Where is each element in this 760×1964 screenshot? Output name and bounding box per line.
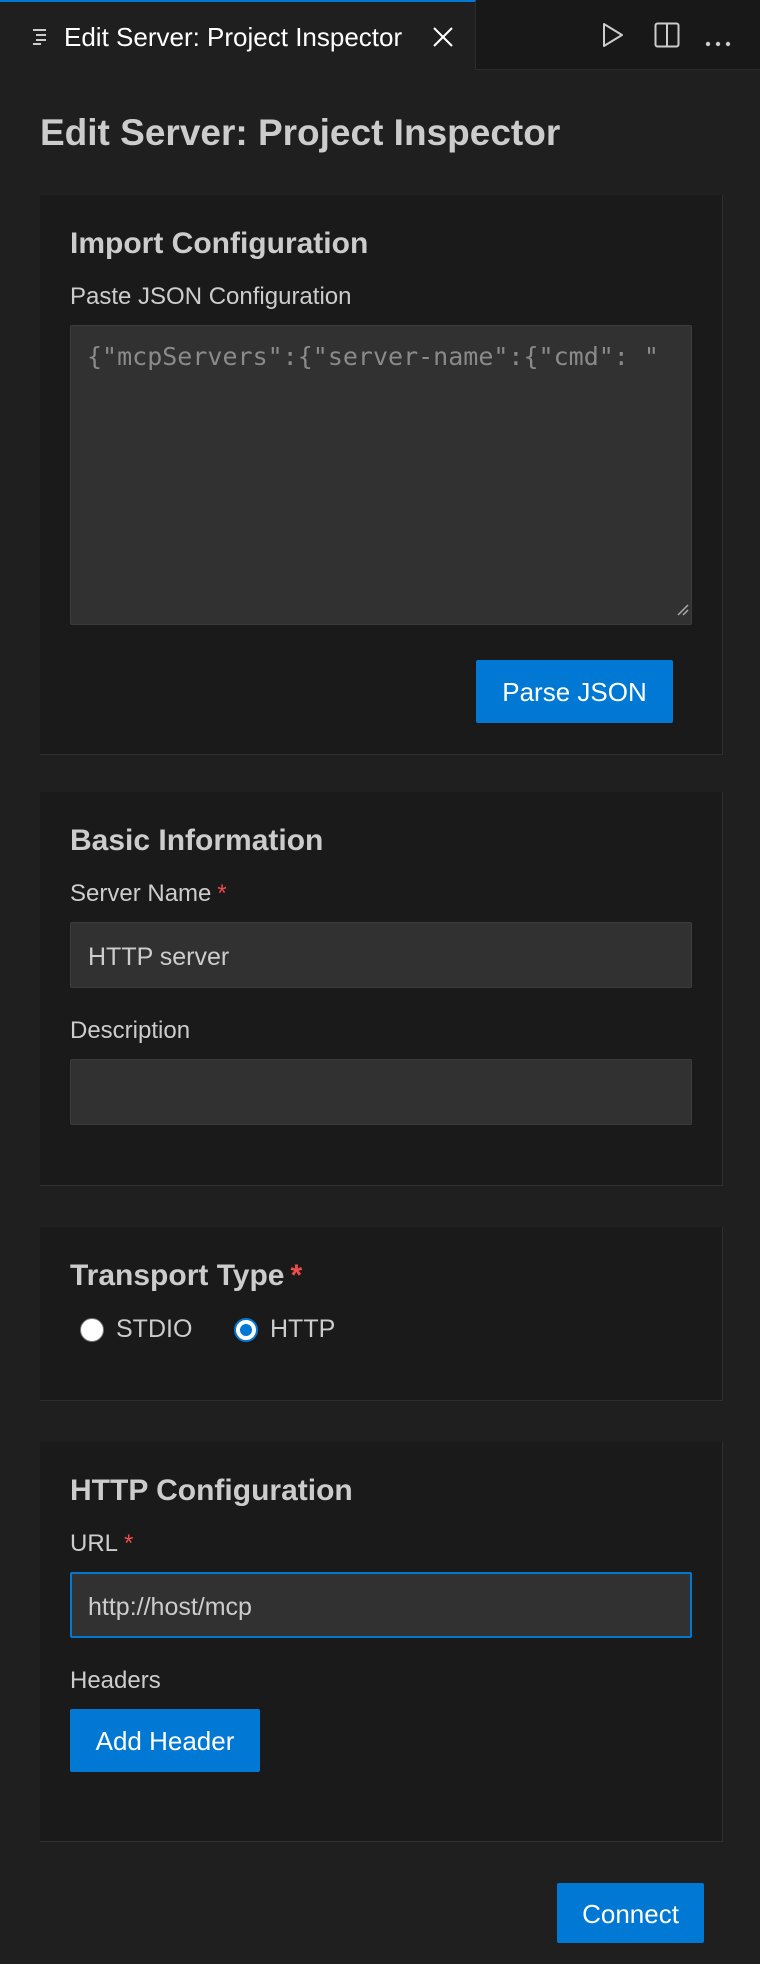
radio-label: HTTP bbox=[270, 1315, 336, 1343]
server-name-label: Server Name * bbox=[70, 880, 227, 907]
section-title: Import Configuration bbox=[70, 227, 369, 260]
add-header-button[interactable]: Add Header bbox=[70, 1709, 260, 1772]
resize-handle-icon[interactable] bbox=[675, 593, 689, 622]
transport-type-section: Transport Type * STDIO HTTP bbox=[40, 1227, 723, 1401]
editor-tab-bar: Edit Server: Project Inspector bbox=[0, 0, 760, 70]
editor-tab[interactable]: Edit Server: Project Inspector bbox=[0, 0, 476, 70]
json-placeholder: {"mcpServers":{"server-name":{"cmd": " bbox=[87, 342, 659, 371]
section-title: HTTP Configuration bbox=[70, 1474, 353, 1507]
tab-title: Edit Server: Project Inspector bbox=[64, 22, 403, 52]
preview-file-icon bbox=[33, 28, 49, 51]
section-title: Transport Type * bbox=[70, 1259, 303, 1292]
required-marker: * bbox=[217, 880, 227, 907]
radio-label: STDIO bbox=[116, 1315, 193, 1343]
import-configuration-section: Import Configuration Paste JSON Configur… bbox=[40, 195, 723, 755]
json-config-textarea[interactable]: {"mcpServers":{"server-name":{"cmd": " bbox=[70, 325, 692, 625]
description-input[interactable] bbox=[70, 1059, 692, 1125]
json-config-label: Paste JSON Configuration bbox=[70, 283, 352, 310]
required-marker: * bbox=[124, 1530, 134, 1557]
run-icon[interactable] bbox=[601, 22, 625, 53]
server-name-input[interactable]: HTTP server bbox=[70, 922, 692, 988]
required-marker: * bbox=[290, 1259, 303, 1292]
radio-button[interactable] bbox=[80, 1318, 104, 1342]
url-input[interactable]: http://host/mcp bbox=[70, 1572, 692, 1638]
page-title: Edit Server: Project Inspector bbox=[40, 112, 561, 153]
url-label: URL * bbox=[70, 1530, 134, 1557]
parse-json-button[interactable]: Parse JSON bbox=[476, 660, 673, 723]
section-title: Basic Information bbox=[70, 824, 324, 857]
connect-button[interactable]: Connect bbox=[557, 1883, 704, 1943]
split-editor-icon[interactable] bbox=[654, 22, 680, 53]
radio-button[interactable] bbox=[234, 1318, 258, 1342]
headers-label: Headers bbox=[70, 1667, 161, 1694]
description-label: Description bbox=[70, 1017, 191, 1044]
http-configuration-section: HTTP Configuration URL * http://host/mcp … bbox=[40, 1442, 723, 1842]
more-actions-icon[interactable] bbox=[705, 34, 731, 52]
close-icon[interactable] bbox=[432, 26, 454, 53]
basic-information-section: Basic Information Server Name * HTTP serv… bbox=[40, 792, 723, 1186]
